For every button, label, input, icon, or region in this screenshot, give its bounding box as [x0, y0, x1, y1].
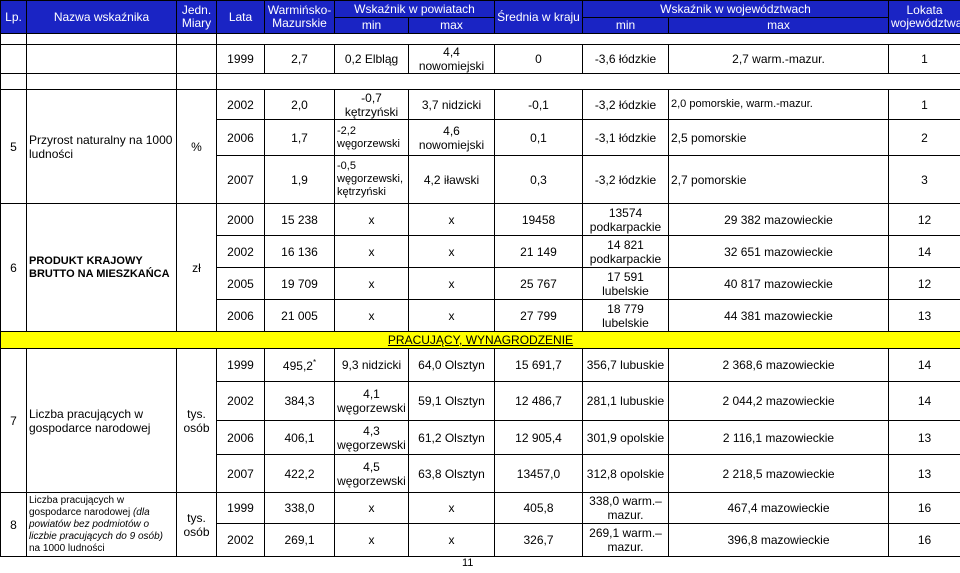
- header-woj-min: min: [582, 17, 669, 34]
- table-row: 1999 2,7 0,2 Elbląg 4,4 nowomiejski 0 -3…: [0, 44, 960, 74]
- header-lp: Lp.: [0, 0, 27, 34]
- header-woj-max: max: [668, 17, 889, 34]
- header-warminsko-mazurskie: Warmińsko-Mazurskie: [264, 0, 335, 34]
- unit-8: tys. osób: [176, 492, 217, 557]
- indicator-name-5: Przyrost naturalny na 1000 ludności: [26, 89, 177, 204]
- table-row: 5 Przyrost naturalny na 1000 ludności % …: [0, 89, 960, 204]
- unit-6: zł: [176, 203, 217, 332]
- lp-6: 6: [0, 203, 27, 332]
- header-srednia: Średnia w kraju: [494, 0, 583, 34]
- header-wojewodztwa: Wskaźnik w województwach: [582, 0, 889, 18]
- table-row: 8 Liczba pracujących w gospodarce narodo…: [0, 492, 960, 557]
- header-powiat-min: min: [334, 17, 409, 34]
- table-row: 7 Liczba pracujących w gospodarce narodo…: [0, 348, 960, 493]
- header-unit: Jedn. Miary: [176, 0, 217, 34]
- indicator-name-8: Liczba pracujących w gospodarce narodowe…: [26, 492, 177, 557]
- lp-5: 5: [0, 89, 27, 204]
- lp-7: 7: [0, 348, 27, 493]
- unit-5: %: [176, 89, 217, 204]
- indicators-table: Lp. Nazwa wskaźnika Jedn. Miary Lata War…: [0, 0, 960, 557]
- header-powiat-max: max: [408, 17, 495, 34]
- header-powiaty: Wskaźnik w powiatach: [334, 0, 495, 18]
- unit-7: tys. osób: [176, 348, 217, 493]
- header-indicator-name: Nazwa wskaźnika: [26, 0, 177, 34]
- section-band-pracujacy: PRACUJĄCY, WYNAGRODZENIE: [0, 331, 960, 349]
- header-lokata: Lokata województwa: [888, 0, 960, 34]
- header-years: Lata: [216, 0, 265, 34]
- table-row: 6 PRODUKT KRAJOWY BRUTTO NA MIESZKAŃCA z…: [0, 203, 960, 332]
- indicator-name-6: PRODUKT KRAJOWY BRUTTO NA MIESZKAŃCA: [26, 203, 177, 332]
- lp-8: 8: [0, 492, 27, 557]
- page-number: 11: [462, 557, 474, 569]
- indicator-name-7: Liczba pracujących w gospodarce narodowe…: [26, 348, 177, 493]
